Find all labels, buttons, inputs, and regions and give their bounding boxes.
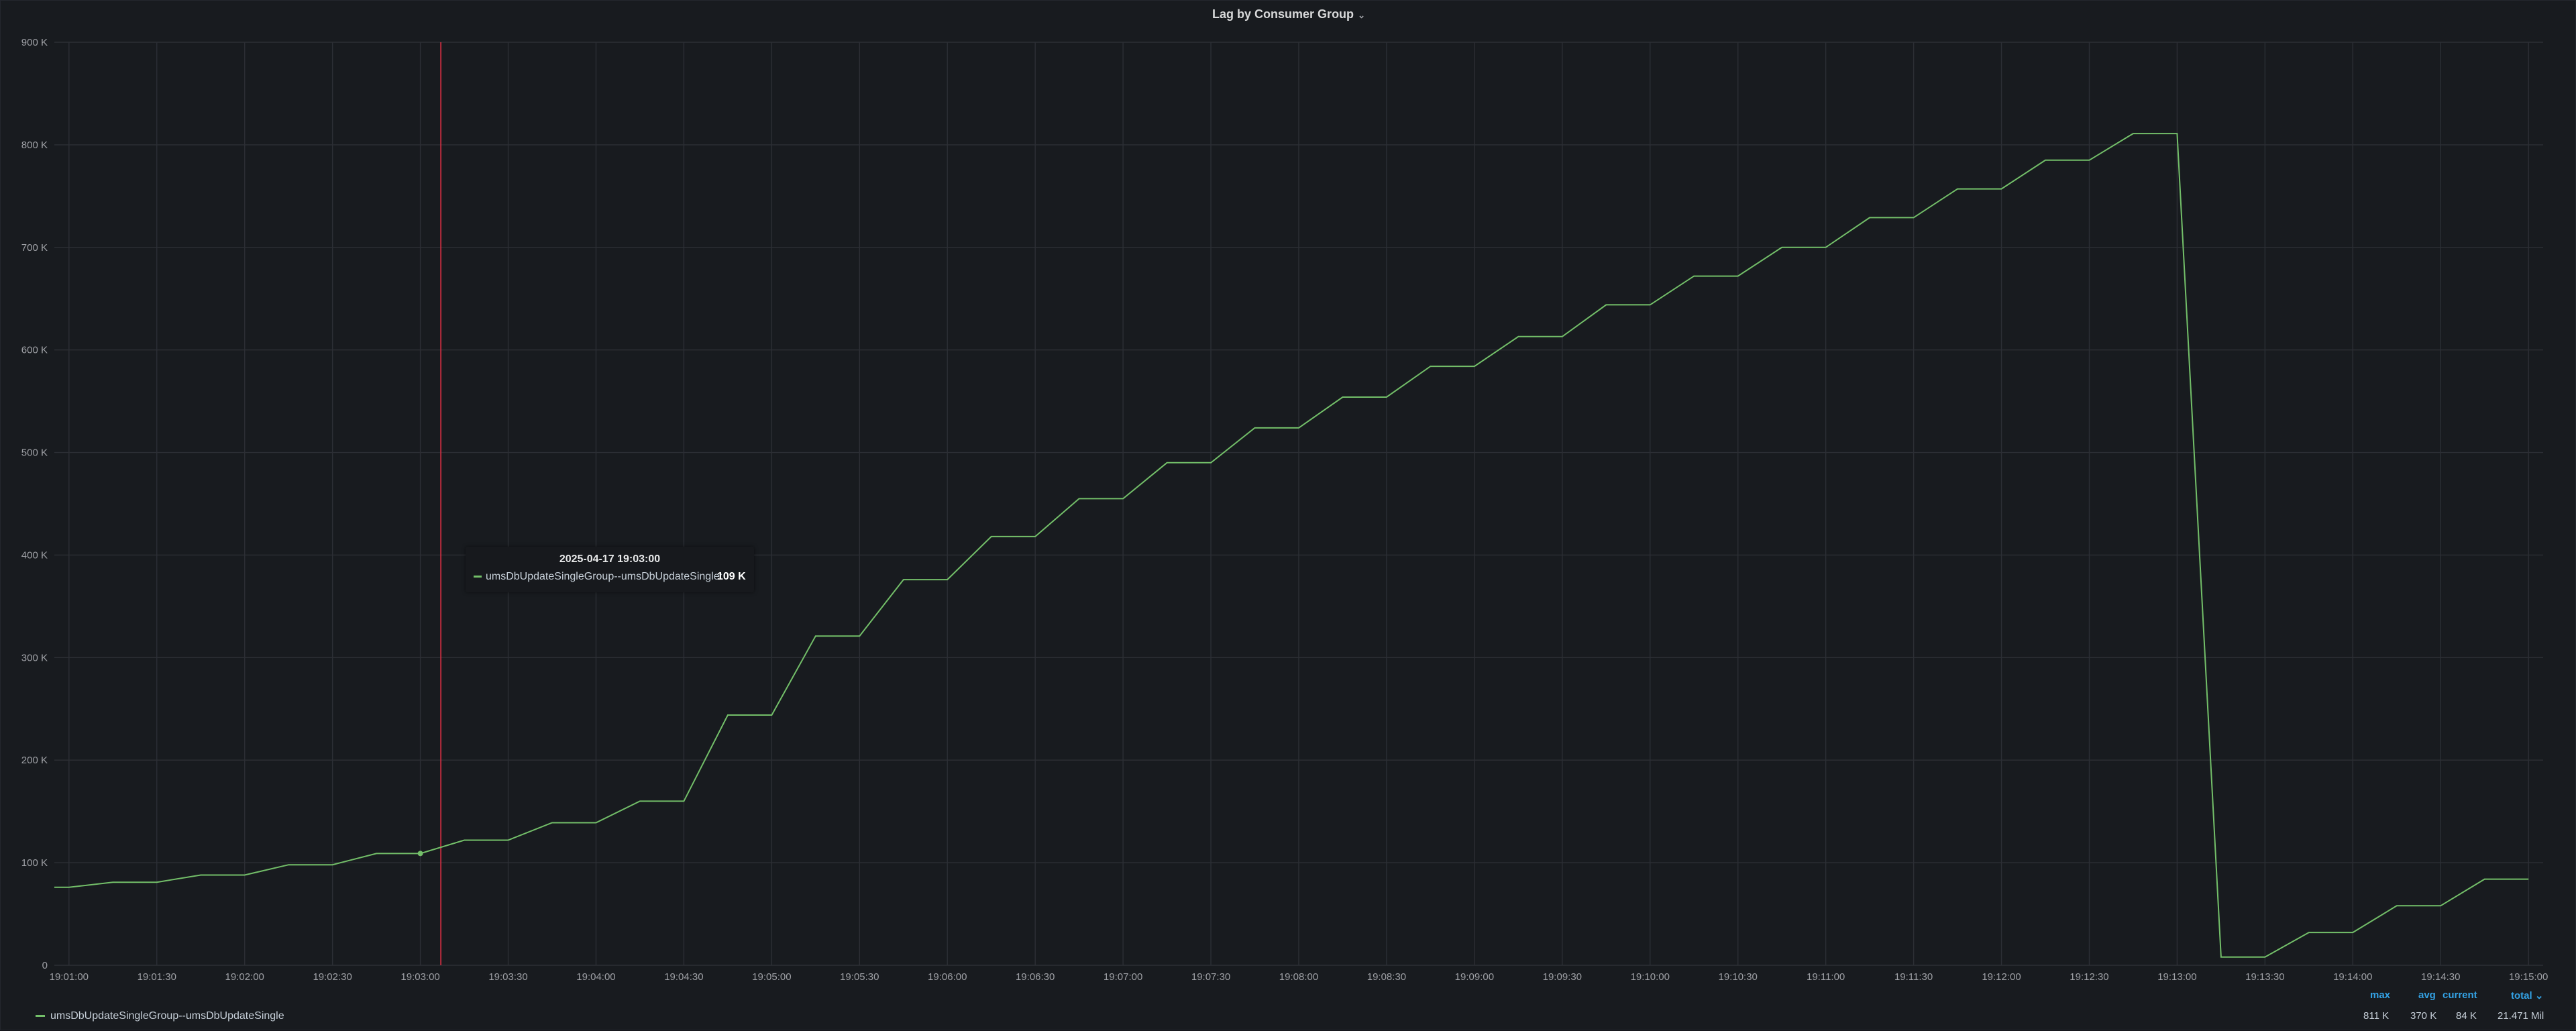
- x-tick-label: 19:03:30: [488, 971, 527, 983]
- x-tick-label: 19:08:30: [1367, 971, 1406, 983]
- grid-layer: [54, 42, 2543, 966]
- y-tick-label: 200 K: [21, 755, 48, 766]
- x-tick-label: 19:06:00: [928, 971, 967, 983]
- y-tick-label: 300 K: [21, 652, 48, 663]
- x-tick-label: 19:09:00: [1455, 971, 1494, 983]
- y-tick-label: 600 K: [21, 345, 48, 356]
- y-tick-label: 500 K: [21, 447, 48, 459]
- x-tick-label: 19:10:30: [1719, 971, 1758, 983]
- x-tick-label: 19:11:00: [1807, 971, 1845, 983]
- y-tick-label: 900 K: [21, 37, 48, 48]
- legend-header-total[interactable]: total ⌄: [2511, 989, 2543, 1001]
- y-axis: 0 100 K 200 K 300 K 400 K 500 K 600 K 700 K 800 …: [21, 37, 48, 971]
- x-tick-label: 19:07:30: [1191, 971, 1230, 983]
- legend-series-swatch: [36, 1015, 45, 1018]
- legend-value-total: 21.471 Mil: [2498, 1010, 2544, 1022]
- x-tick-label: 19:04:30: [664, 971, 703, 983]
- tooltip-value: 109 K: [717, 571, 746, 582]
- x-axis: 19:01:00 19:01:30 19:02:00 19:02:30 19:03:00…: [50, 971, 2548, 983]
- x-tick-label: 19:02:30: [313, 971, 352, 983]
- x-tick-label: 19:09:30: [1543, 971, 1582, 983]
- x-tick-label: 19:07:00: [1104, 971, 1142, 983]
- x-tick-label: 19:14:00: [2333, 971, 2372, 983]
- legend-series-name: umsDbUpdateSingleGroup--umsDbUpdateSingl…: [50, 1010, 284, 1022]
- x-tick-label: 19:02:00: [225, 971, 264, 983]
- x-tick-label: 19:04:00: [576, 971, 615, 983]
- legend-series-item[interactable]: umsDbUpdateSingleGroup--umsDbUpdateSingl…: [36, 1010, 284, 1022]
- x-tick-label: 19:01:00: [50, 971, 89, 983]
- graph-panel: Lag by Consumer Group ⌄ 0 100 K 200 K 300 K4…: [0, 0, 2576, 1030]
- y-tick-label: 100 K: [21, 857, 48, 869]
- x-tick-label: 19:14:30: [2421, 971, 2460, 983]
- x-tick-label: 19:12:30: [2070, 971, 2108, 983]
- x-tick-label: 19:11:30: [1894, 971, 1933, 983]
- y-tick-label: 800 K: [21, 140, 48, 151]
- x-tick-label: 19:06:30: [1016, 971, 1055, 983]
- y-tick-label: 0: [42, 960, 48, 971]
- x-tick-label: 19:03:00: [400, 971, 439, 983]
- x-tick-label: 19:05:00: [752, 971, 791, 983]
- x-tick-label: 19:08:00: [1279, 971, 1318, 983]
- tooltip-series-row: umsDbUpdateSingleGroup--umsDbUpdateSingl…: [474, 571, 722, 583]
- y-tick-label: 400 K: [21, 549, 48, 561]
- y-tick-label: 700 K: [21, 242, 48, 254]
- legend-value-avg: 370 K: [2410, 1010, 2437, 1022]
- tooltip-series-swatch: [474, 576, 482, 578]
- x-tick-label: 19:05:30: [840, 971, 879, 983]
- x-tick-label: 19:13:30: [2245, 971, 2284, 983]
- x-tick-label: 19:01:30: [138, 971, 176, 983]
- legend-header-current[interactable]: current: [2443, 989, 2477, 1001]
- series-line: [54, 133, 2529, 958]
- x-tick-label: 19:12:00: [1982, 971, 2021, 983]
- legend-header-avg[interactable]: avg: [2418, 989, 2436, 1001]
- tooltip-time: 2025-04-17 19:03:00: [559, 553, 661, 565]
- legend-header-max[interactable]: max: [2370, 989, 2390, 1001]
- x-tick-label: 19:13:00: [2157, 971, 2196, 983]
- hover-tooltip: 2025-04-17 19:03:00 umsDbUpdateSingleGro…: [466, 547, 754, 592]
- hover-point: [417, 851, 423, 857]
- x-tick-label: 19:15:00: [2509, 971, 2548, 983]
- plot-area[interactable]: 0 100 K 200 K 300 K 400 K 500 K 600 K 700 K 800 …: [1, 1, 2576, 1031]
- legend-value-max: 811 K: [2363, 1010, 2390, 1022]
- tooltip-series-name: umsDbUpdateSingleGroup--umsDbUpdateSingl…: [486, 571, 723, 582]
- x-tick-label: 19:10:00: [1631, 971, 1670, 983]
- legend-value-current: 84 K: [2456, 1010, 2477, 1022]
